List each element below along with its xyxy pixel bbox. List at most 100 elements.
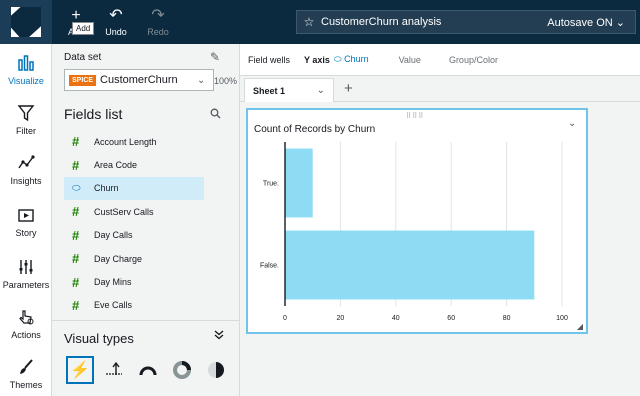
analysis-title-bar: ☆ CustomerChurn analysis Autosave ON ⌄	[296, 10, 636, 34]
measure-icon: #	[72, 297, 80, 313]
undo-button[interactable]: ↶ Undo	[96, 0, 136, 44]
kpi-visual-button[interactable]	[100, 356, 128, 384]
category-label: True.	[263, 181, 279, 188]
rail-item-filter[interactable]: Filter	[0, 104, 52, 136]
bar	[285, 148, 313, 218]
rail-label-actions: Actions	[11, 330, 41, 340]
field-label: Account Length	[94, 136, 157, 147]
visual-types-divider	[52, 320, 240, 321]
field-item-area-code[interactable]: # Area Code	[64, 153, 204, 176]
measure-icon: #	[72, 134, 80, 150]
redo-button[interactable]: ↷ Redo	[138, 0, 178, 44]
measure-icon: #	[72, 274, 80, 290]
edit-dataset-icon[interactable]: ✎	[210, 50, 220, 64]
insights-icon	[0, 154, 52, 174]
field-item-churn[interactable]: ⬭ Churn	[64, 176, 204, 201]
x-tick-label: 40	[392, 315, 400, 322]
rail-item-parameters[interactable]: Parameters	[0, 258, 52, 290]
analysis-title[interactable]: CustomerChurn analysis	[321, 16, 547, 28]
visual-types-heading: Visual types	[64, 331, 134, 346]
measure-icon: #	[72, 251, 80, 267]
bar	[285, 230, 535, 300]
pie-visual-button[interactable]	[202, 356, 230, 384]
rail-item-story[interactable]: Story	[0, 206, 52, 238]
field-label: CustServ Calls	[94, 206, 154, 217]
x-tick-label: 80	[503, 315, 511, 322]
field-item-day-charge[interactable]: # Day Charge	[64, 247, 204, 270]
visual-types-row: ⚡	[66, 356, 230, 384]
rail-label-insights: Insights	[10, 176, 42, 186]
spice-badge: SPICE	[69, 74, 97, 86]
left-rail: Visualize Filter Insights Story Paramete…	[0, 44, 52, 396]
value-well[interactable]: Value	[399, 55, 421, 65]
rail-label-story: Story	[15, 228, 37, 238]
rail-item-insights[interactable]: Insights	[0, 154, 52, 186]
gauge-visual-button[interactable]	[134, 356, 162, 384]
visual-card[interactable]: ⠿⠿⠿ Count of Records by Churn ⌄ 0 20 40 60 8…	[246, 108, 588, 334]
field-item-day-calls[interactable]: # Day Calls	[64, 224, 204, 247]
field-label: Day Charge	[94, 253, 143, 264]
add-sheet-button[interactable]: +	[344, 80, 353, 97]
field-label: Day Mins	[94, 277, 132, 288]
field-item-account-length[interactable]: # Account Length	[64, 130, 204, 153]
add-tooltip: Add	[72, 22, 95, 35]
rail-item-actions[interactable]: Actions	[0, 308, 52, 340]
logo-icon	[11, 7, 41, 37]
autosave-toggle[interactable]: Autosave ON ⌄	[547, 16, 635, 29]
field-label: Churn	[94, 183, 119, 194]
x-tick-label: 20	[337, 315, 345, 322]
sheet-tab-label: Sheet 1	[253, 85, 286, 96]
chevron-down-icon[interactable]: ⌄	[317, 85, 325, 96]
x-tick-label: 60	[447, 315, 455, 322]
field-wells: Field wells Y axis ⬭ Churn Value Group/C…	[240, 44, 640, 76]
measure-icon: #	[72, 204, 80, 220]
x-tick-label: 0	[283, 315, 287, 322]
donut-visual-button[interactable]	[168, 356, 196, 384]
star-icon[interactable]: ☆	[297, 15, 321, 29]
field-label: Eve Calls	[94, 300, 133, 311]
chevron-down-icon: ⌄	[197, 74, 206, 86]
group-color-well[interactable]: Group/Color	[449, 55, 498, 65]
redo-icon: ↷	[151, 7, 165, 24]
autograph-visual-button[interactable]: ⚡	[66, 356, 94, 384]
measure-icon: #	[72, 157, 80, 173]
y-axis-well-label: Y axis	[304, 54, 330, 65]
redo-button-label: Redo	[147, 27, 169, 37]
x-tick-label: 100	[556, 315, 568, 322]
rail-item-visualize[interactable]: Visualize	[0, 54, 52, 86]
dataset-name: CustomerChurn	[100, 74, 178, 86]
search-icon[interactable]	[210, 108, 221, 122]
field-item-eve-calls[interactable]: # Eve Calls	[64, 294, 204, 317]
rail-label-filter: Filter	[16, 126, 36, 136]
rail-item-themes[interactable]: Themes	[0, 358, 52, 390]
undo-button-label: Undo	[105, 27, 127, 37]
resize-handle-icon[interactable]: ◢	[577, 322, 583, 331]
field-item-custserv-calls[interactable]: # CustServ Calls	[64, 200, 204, 223]
fields-list-heading: Fields list	[64, 106, 123, 122]
y-axis-well-field[interactable]: ⬭ Churn	[334, 54, 369, 65]
story-icon	[0, 206, 52, 226]
gauge-icon	[139, 366, 157, 376]
rail-label-parameters: Parameters	[2, 280, 50, 290]
brush-icon	[0, 358, 52, 378]
kpi-icon	[106, 361, 122, 375]
tab-sheet-1[interactable]: Sheet 1 ⌄	[244, 78, 334, 102]
measure-icon: #	[72, 227, 80, 243]
pie-icon	[208, 362, 224, 378]
bar-chart-icon	[0, 54, 52, 74]
field-item-day-mins[interactable]: # Day Mins	[64, 270, 204, 293]
field-wells-label[interactable]: Field wells	[248, 55, 290, 65]
top-bar: + Add Add ↶ Undo ↷ Redo ☆ CustomerChurn …	[0, 0, 640, 44]
collapse-chevron-icon[interactable]	[214, 330, 224, 343]
y-axis-field-name: Churn	[344, 54, 369, 64]
quicksight-logo[interactable]	[0, 0, 52, 44]
filter-icon	[0, 104, 52, 124]
spice-usage-percent: 100%	[214, 76, 238, 86]
dataset-select[interactable]: SPICE CustomerChurn ⌄	[64, 69, 214, 91]
lightning-icon: ⚡	[70, 362, 90, 379]
rail-label-visualize: Visualize	[8, 76, 44, 86]
dataset-heading: Data set	[64, 52, 102, 63]
data-panel: Data set ✎ SPICE CustomerChurn ⌄ 100% Fi…	[52, 44, 240, 396]
actions-icon	[0, 308, 52, 328]
dimension-tag-icon: ⬭	[72, 182, 81, 194]
